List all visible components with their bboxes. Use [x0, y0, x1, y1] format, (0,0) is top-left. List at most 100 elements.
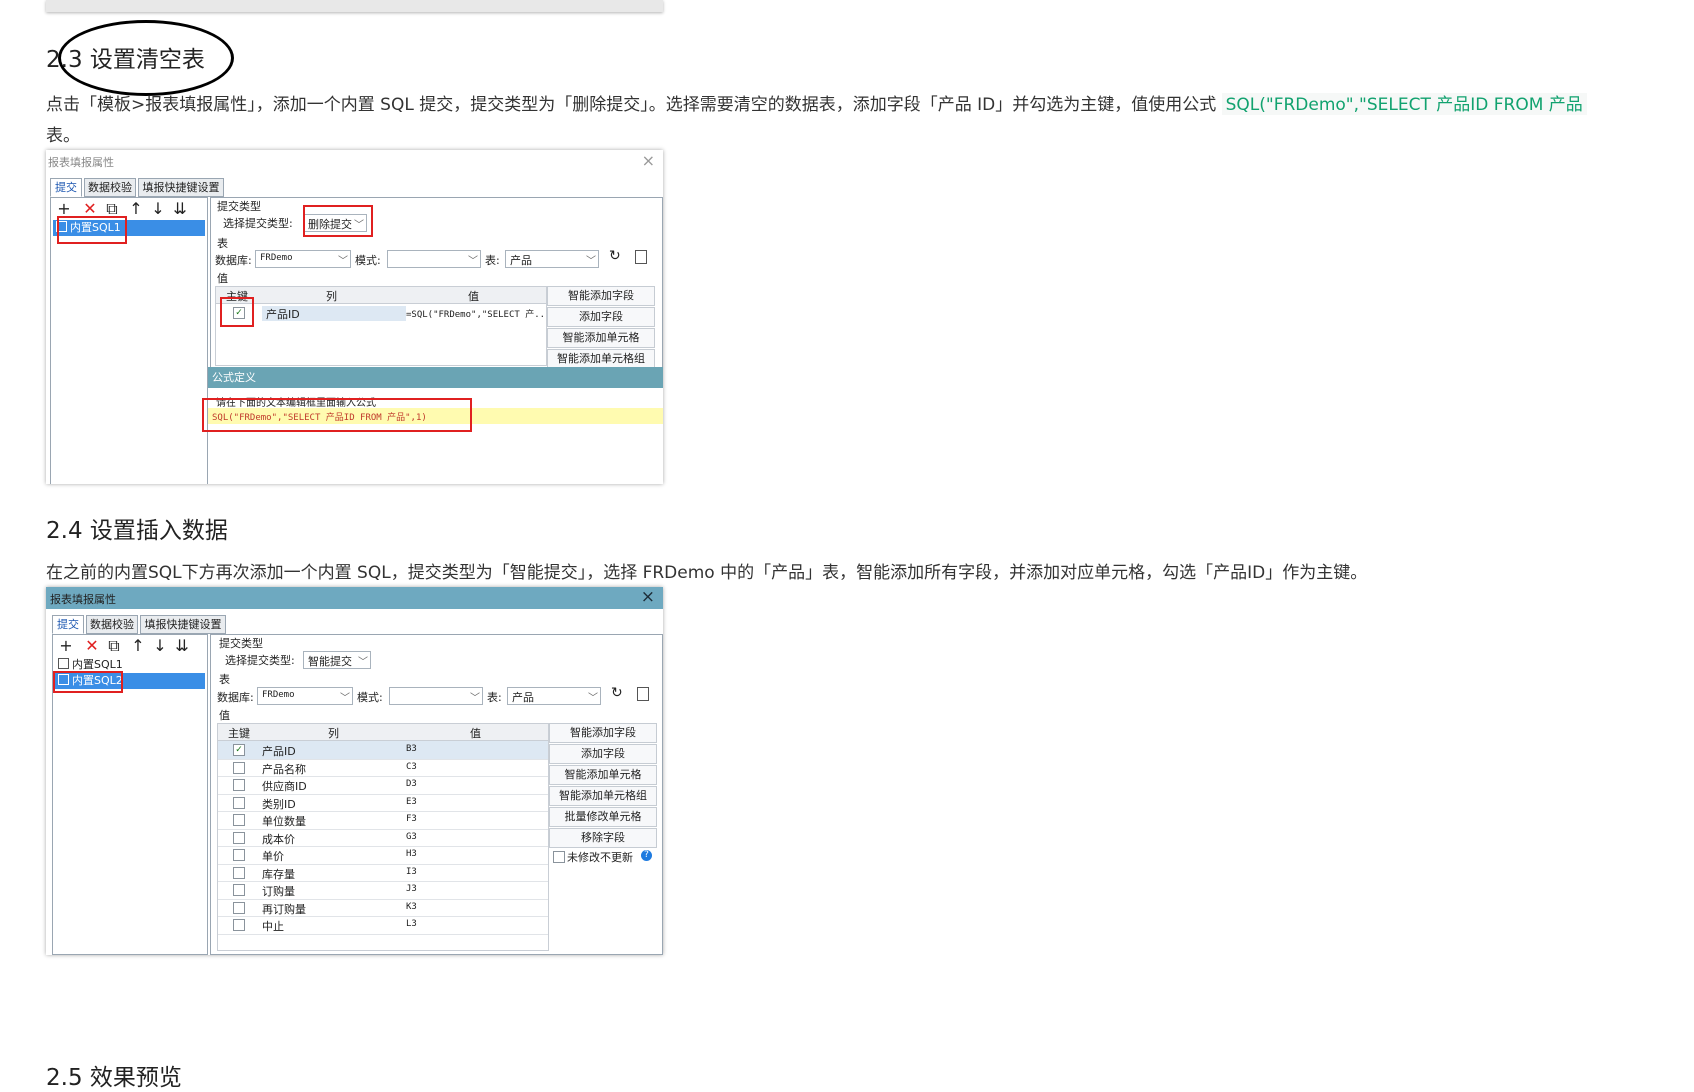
- smart-add-cell-button[interactable]: 智能添加单元格: [547, 328, 655, 348]
- table-value: 产品: [510, 254, 532, 267]
- tab-submit[interactable]: 提交: [50, 178, 82, 197]
- help-icon[interactable]: ?: [641, 850, 652, 861]
- table-row[interactable]: 再订购量 K3: [218, 899, 548, 917]
- add-field-button[interactable]: 添加字段: [547, 307, 655, 327]
- tab-shortcut-settings[interactable]: 填报快捷键设置: [140, 615, 226, 634]
- chevron-down-icon: ﹀: [358, 657, 368, 668]
- row-column: 产品ID: [262, 306, 406, 321]
- primary-key-checkbox[interactable]: [233, 849, 245, 861]
- db-select[interactable]: FRDemo ﹀: [255, 250, 351, 268]
- smart-add-cell-group-button[interactable]: 智能添加单元格组: [547, 349, 655, 369]
- delete-icon[interactable]: ✕: [83, 638, 101, 654]
- chevron-down-icon: ﹀: [588, 693, 598, 704]
- mode-select[interactable]: ﹀: [389, 687, 483, 705]
- primary-key-checkbox[interactable]: [233, 901, 245, 914]
- db-value: FRDemo: [262, 690, 295, 700]
- batch-modify-cell-button[interactable]: 批量修改单元格: [549, 807, 657, 827]
- db-value: FRDemo: [260, 253, 293, 263]
- primary-key-checkbox[interactable]: [233, 919, 245, 931]
- submit-type-value: 智能提交: [308, 655, 352, 668]
- primary-key-checkbox[interactable]: [233, 866, 245, 879]
- mode-label: 模式:: [355, 254, 381, 267]
- refresh-icon[interactable]: ↻: [611, 685, 623, 701]
- preview-table-icon[interactable]: [637, 687, 649, 701]
- db-label: 数据库:: [217, 691, 254, 704]
- row-column: 单价: [262, 850, 284, 863]
- refresh-icon[interactable]: ↻: [609, 248, 621, 264]
- table-label: 表:: [487, 691, 502, 704]
- smart-add-field-button[interactable]: 智能添加字段: [547, 286, 655, 306]
- formula-definition-titlebar: 公式定义: [208, 367, 663, 388]
- add-field-button[interactable]: 添加字段: [549, 744, 657, 764]
- table-row[interactable]: 单位数量 F3: [218, 811, 548, 830]
- inline-code: SQL("FRDemo","SELECT 产品ID FROM 产品: [1221, 93, 1587, 115]
- submit-type-select[interactable]: 智能提交 ﹀: [303, 651, 371, 669]
- primary-key-checkbox[interactable]: ✓: [233, 744, 245, 756]
- primary-key-checkbox[interactable]: [233, 814, 245, 826]
- row-column: 单位数量: [262, 815, 306, 828]
- move-bottom-icon[interactable]: ⇊: [171, 201, 189, 217]
- sql-tree-panel: + ✕ ⧉ ↑ ↓ ⇊ 内置SQL1 内置SQL2: [52, 634, 208, 955]
- row-column: 类别ID: [262, 797, 296, 811]
- db-select[interactable]: FRDemo ﹀: [257, 687, 353, 705]
- annotation-oval: [58, 20, 234, 96]
- row-value: F3: [406, 814, 417, 824]
- value-group-label: 值: [219, 709, 230, 722]
- move-down-icon[interactable]: ↓: [149, 201, 167, 217]
- annotation-box: [57, 216, 127, 244]
- no-update-checkbox[interactable]: [553, 851, 565, 863]
- row-column: 再订购量: [262, 902, 306, 916]
- primary-key-checkbox[interactable]: [233, 796, 245, 809]
- field-grid: 主键 列 值 ✓ 产品ID B3 产品名称 C3 供应商ID D3 类别ID E3 单位数量 F3 成…: [217, 723, 549, 951]
- table-select[interactable]: 产品 ﹀: [507, 687, 601, 705]
- section-heading-2-4: 2.4 设置插入数据: [46, 518, 228, 544]
- dialog-titlebar: 报表填报属性 ×: [46, 587, 663, 609]
- smart-add-cell-button[interactable]: 智能添加单元格: [549, 765, 657, 785]
- row-value: K3: [406, 901, 417, 912]
- table-value: 产品: [512, 691, 534, 704]
- field-grid: 主键 列 值 ✓ 产品ID =SQL("FRDemo","SELECT 产...: [215, 286, 550, 366]
- add-icon[interactable]: +: [55, 201, 73, 217]
- table-row[interactable]: ✓ 产品ID =SQL("FRDemo","SELECT 产...: [216, 304, 550, 322]
- move-up-icon[interactable]: ↑: [127, 201, 145, 217]
- primary-key-checkbox[interactable]: [233, 831, 245, 844]
- tab-data-validation[interactable]: 数据校验: [84, 178, 136, 197]
- formula-editor[interactable]: 请在下面的文本编辑框里面输入公式 SQL("FRDemo","SELECT 产品…: [202, 388, 663, 484]
- move-down-icon[interactable]: ↓: [151, 638, 169, 654]
- primary-key-checkbox[interactable]: [233, 884, 245, 896]
- table-row[interactable]: 成本价 G3: [218, 829, 548, 847]
- smart-add-cell-group-button[interactable]: 智能添加单元格组: [549, 786, 657, 806]
- tab-shortcut-settings[interactable]: 填报快捷键设置: [138, 178, 224, 197]
- table-row[interactable]: 中止 L3: [218, 916, 548, 935]
- move-bottom-icon[interactable]: ⇊: [173, 638, 191, 654]
- delete-icon[interactable]: ✕: [81, 201, 99, 217]
- primary-key-checkbox[interactable]: [233, 779, 245, 791]
- table-label: 表:: [485, 254, 500, 267]
- table-row[interactable]: 单价 H3: [218, 846, 548, 865]
- chevron-down-icon: ﹀: [340, 693, 350, 704]
- primary-key-checkbox[interactable]: [233, 761, 245, 774]
- move-up-icon[interactable]: ↑: [129, 638, 147, 654]
- tab-data-validation[interactable]: 数据校验: [86, 615, 138, 634]
- mode-select[interactable]: ﹀: [387, 250, 481, 268]
- close-icon[interactable]: ×: [642, 151, 655, 170]
- table-row[interactable]: 供应商ID D3: [218, 776, 548, 795]
- remove-field-button[interactable]: 移除字段: [549, 828, 657, 848]
- paragraph-2-3: 点击「模板>报表填报属性」，添加一个内置 SQL 提交，提交类型为「删除提交」。…: [46, 90, 1694, 115]
- row-value: C3: [406, 761, 417, 772]
- close-icon[interactable]: ×: [641, 587, 655, 607]
- table-row[interactable]: 订购量 J3: [218, 881, 548, 900]
- table-row[interactable]: 产品名称 C3: [218, 759, 548, 777]
- section-heading-2-5: 2.5 效果预览: [46, 1065, 182, 1091]
- smart-add-field-button[interactable]: 智能添加字段: [549, 723, 657, 743]
- tab-submit[interactable]: 提交: [52, 615, 84, 634]
- table-select[interactable]: 产品 ﹀: [505, 250, 599, 268]
- table-row[interactable]: ✓ 产品ID B3: [218, 741, 548, 760]
- copy-icon[interactable]: ⧉: [103, 201, 121, 217]
- copy-icon[interactable]: ⧉: [105, 638, 123, 654]
- preview-table-icon[interactable]: [635, 250, 647, 264]
- table-row[interactable]: 库存量 I3: [218, 864, 548, 882]
- add-icon[interactable]: +: [57, 638, 75, 654]
- table-group-label: 表: [219, 673, 230, 686]
- table-row[interactable]: 类别ID E3: [218, 794, 548, 812]
